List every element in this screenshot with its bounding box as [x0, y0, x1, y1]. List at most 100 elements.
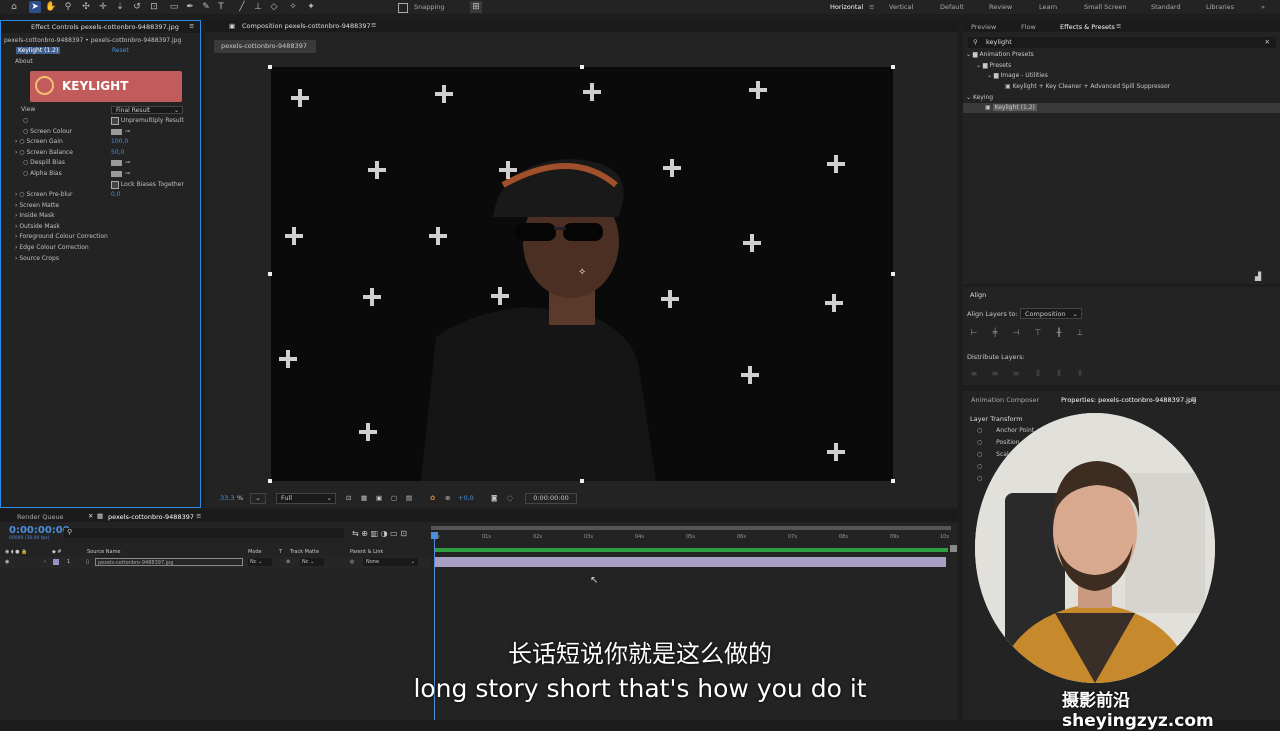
group-outside-mask[interactable]: › Outside Mask	[15, 222, 215, 232]
time-ruler[interactable]: 0s 01s 02s 03s 04s 05s 06s 07s 08s 09s 1…	[431, 532, 951, 544]
lock-biases-checkbox[interactable]	[111, 180, 119, 189]
channel-icon[interactable]: ▤	[406, 490, 412, 506]
workspace-small-screen[interactable]: Small Screen	[1084, 3, 1126, 11]
align-hcenter-icon[interactable]: ╪	[990, 328, 1000, 338]
pickwhip-icon[interactable]: ◎	[350, 557, 354, 568]
align-right-icon[interactable]: ⊣	[1011, 328, 1021, 338]
dolly-tool-icon[interactable]: ⇣	[114, 1, 126, 13]
tab-render-queue[interactable]: Render Queue	[17, 513, 64, 521]
bbox-handle[interactable]	[891, 65, 895, 69]
screen-balance-value[interactable]: 50,0	[111, 148, 124, 158]
mask-icon[interactable]: ▣	[376, 490, 382, 506]
composition-lock-icon[interactable]: ▣	[229, 22, 235, 30]
fx-row[interactable]: Keylight (1.2) Reset	[4, 46, 204, 56]
home-icon[interactable]: ⌂	[8, 1, 20, 13]
properties-menu-icon[interactable]: ≡	[1191, 395, 1197, 403]
timeline-menu-icon[interactable]: ≡	[196, 512, 201, 520]
group-foreground-colour-correction[interactable]: › Foreground Colour Correction	[15, 232, 215, 242]
layer-mode-dropdown[interactable]: Nc ⌄	[248, 558, 272, 566]
zoom-dropdown-icon[interactable]: ⌄	[250, 493, 266, 504]
layer-bar[interactable]	[434, 557, 946, 567]
tab-animation-composer[interactable]: Animation Composer	[971, 396, 1039, 404]
expand-layer-icon[interactable]: ›	[44, 557, 46, 568]
tree-item-selected[interactable]: ▣ Keylight (1.2)	[963, 103, 1280, 113]
tab-preview[interactable]: Preview	[971, 23, 996, 31]
guides-icon[interactable]: ▢	[391, 490, 397, 506]
layer-parent-dropdown[interactable]: None ⌄	[363, 558, 418, 566]
more-workspaces-icon[interactable]: »	[1261, 3, 1265, 11]
layer-matte-dropdown[interactable]: Nc ⌄	[300, 558, 324, 566]
playhead-handle[interactable]	[431, 532, 438, 539]
eye-icon[interactable]: ◉	[5, 557, 9, 568]
align-to-dropdown[interactable]: Composition ⌄	[1020, 308, 1082, 319]
bbox-handle[interactable]	[580, 479, 584, 483]
workspace-vertical[interactable]: Vertical	[889, 3, 913, 11]
layer-row[interactable]: ◉ › 1 ▯ pexels-cottonbro-9488397.jpg Nc …	[0, 557, 430, 568]
prop-stopwatch-icon[interactable]: ○	[977, 475, 982, 482]
workspace-learn[interactable]: Learn	[1039, 3, 1057, 11]
snapping-grid-icon[interactable]: ⊞	[470, 1, 482, 13]
workspace-standard[interactable]: Standard	[1151, 3, 1181, 11]
workspace-libraries[interactable]: Libraries	[1206, 3, 1234, 11]
pen-tool-icon[interactable]: ✒	[184, 1, 196, 13]
anchor-tool-icon[interactable]: ⊡	[148, 1, 160, 13]
eraser-tool-icon[interactable]: ◇	[268, 1, 280, 13]
tree-item[interactable]: ⌄ ▆ Presets	[976, 62, 1011, 69]
effects-menu-icon[interactable]: ≡	[1116, 22, 1121, 30]
zoom-value[interactable]: 33,3	[220, 490, 234, 506]
view-dropdown[interactable]: Final Result ⌄	[111, 106, 183, 114]
timeline-search-input[interactable]: ⚲	[64, 528, 344, 538]
bbox-handle[interactable]	[268, 479, 272, 483]
pan-tool-icon[interactable]: ✛	[97, 1, 109, 13]
workspace-default[interactable]: Default	[940, 3, 964, 11]
tree-item[interactable]: ⌄ ▆ Animation Presets	[966, 51, 1034, 58]
eyedropper-icon[interactable]: ⊸	[125, 127, 130, 137]
show-snapshot-icon[interactable]: ◌	[507, 490, 513, 506]
group-screen-matte[interactable]: › Screen Matte	[15, 201, 215, 211]
panel-menu-icon[interactable]: ≡	[189, 22, 194, 30]
new-folder-icon[interactable]: ▟	[1255, 272, 1261, 281]
tree-item[interactable]: ⌄ Keying	[966, 94, 993, 101]
bbox-handle[interactable]	[891, 479, 895, 483]
rectangle-tool-icon[interactable]: ▭	[168, 1, 180, 13]
screen-colour-swatch[interactable]	[111, 129, 122, 135]
color-icon[interactable]: ✿	[430, 490, 435, 506]
tab-effects-presets[interactable]: Effects & Presets	[1060, 23, 1115, 31]
transparency-grid-icon[interactable]: ▦	[361, 490, 367, 506]
screen-gain-value[interactable]: 100,0	[111, 137, 128, 147]
quality-dropdown[interactable]: Full ⌄	[276, 493, 336, 504]
bbox-handle[interactable]	[268, 272, 272, 276]
prop-anchor-point[interactable]: ○ Anchor Point	[977, 427, 1034, 434]
timeline-tool-icons[interactable]: ⇆ ⊕ ▥ ◑ ▭ ⊡	[352, 529, 407, 538]
rotate-tool-icon[interactable]: ↺	[131, 1, 143, 13]
tab-flow[interactable]: Flow	[1021, 23, 1036, 31]
brush-tool-icon[interactable]: ╱	[236, 1, 248, 13]
bbox-handle[interactable]	[268, 65, 272, 69]
region-icon[interactable]: ⊡	[346, 490, 351, 506]
tab-comp[interactable]: pexels-cottonbro-9488397	[108, 513, 194, 521]
group-source-crops[interactable]: › Source Crops	[15, 254, 215, 264]
align-vcenter-icon[interactable]: ╫	[1054, 328, 1064, 338]
despill-bias-swatch[interactable]	[111, 160, 122, 166]
close-tab-icon[interactable]: ✕	[88, 512, 93, 520]
hand-tool-icon[interactable]: ✋	[45, 1, 57, 13]
clone-stamp-icon[interactable]: ⊥	[252, 1, 264, 13]
bbox-handle[interactable]	[580, 65, 584, 69]
tab-properties[interactable]: Properties: pexels-cottonbro-9488397.jpg	[1061, 396, 1196, 404]
exposure-icon[interactable]: ⊛	[445, 490, 450, 506]
tree-item[interactable]: ▣ Keylight + Key Cleaner + Advanced Spil…	[1005, 83, 1170, 90]
snapshot-icon[interactable]: ◙	[491, 490, 497, 506]
work-area-bar[interactable]	[431, 526, 951, 530]
bbox-handle[interactable]	[891, 272, 895, 276]
viewer-timecode[interactable]: 0:00:00:00	[525, 493, 577, 504]
track-matte-link-icon[interactable]: ⊚	[286, 557, 290, 568]
effect-controls-tab[interactable]: Effect Controls pexels-cottonbro-9488397…	[1, 21, 200, 33]
orbit-tool-icon[interactable]: ✣	[80, 1, 92, 13]
unpremultiply-checkbox[interactable]	[111, 116, 119, 125]
selection-tool-icon[interactable]: ➤	[29, 1, 41, 13]
workspace-review[interactable]: Review	[989, 3, 1012, 11]
effects-search-input[interactable]: ⚲ keylight ✕	[968, 37, 1276, 48]
timeline-timecode[interactable]: 0:00:00:00	[9, 525, 70, 536]
layer-name[interactable]: pexels-cottonbro-9488397.jpg	[95, 558, 243, 566]
align-top-icon[interactable]: ⊤	[1033, 328, 1043, 338]
